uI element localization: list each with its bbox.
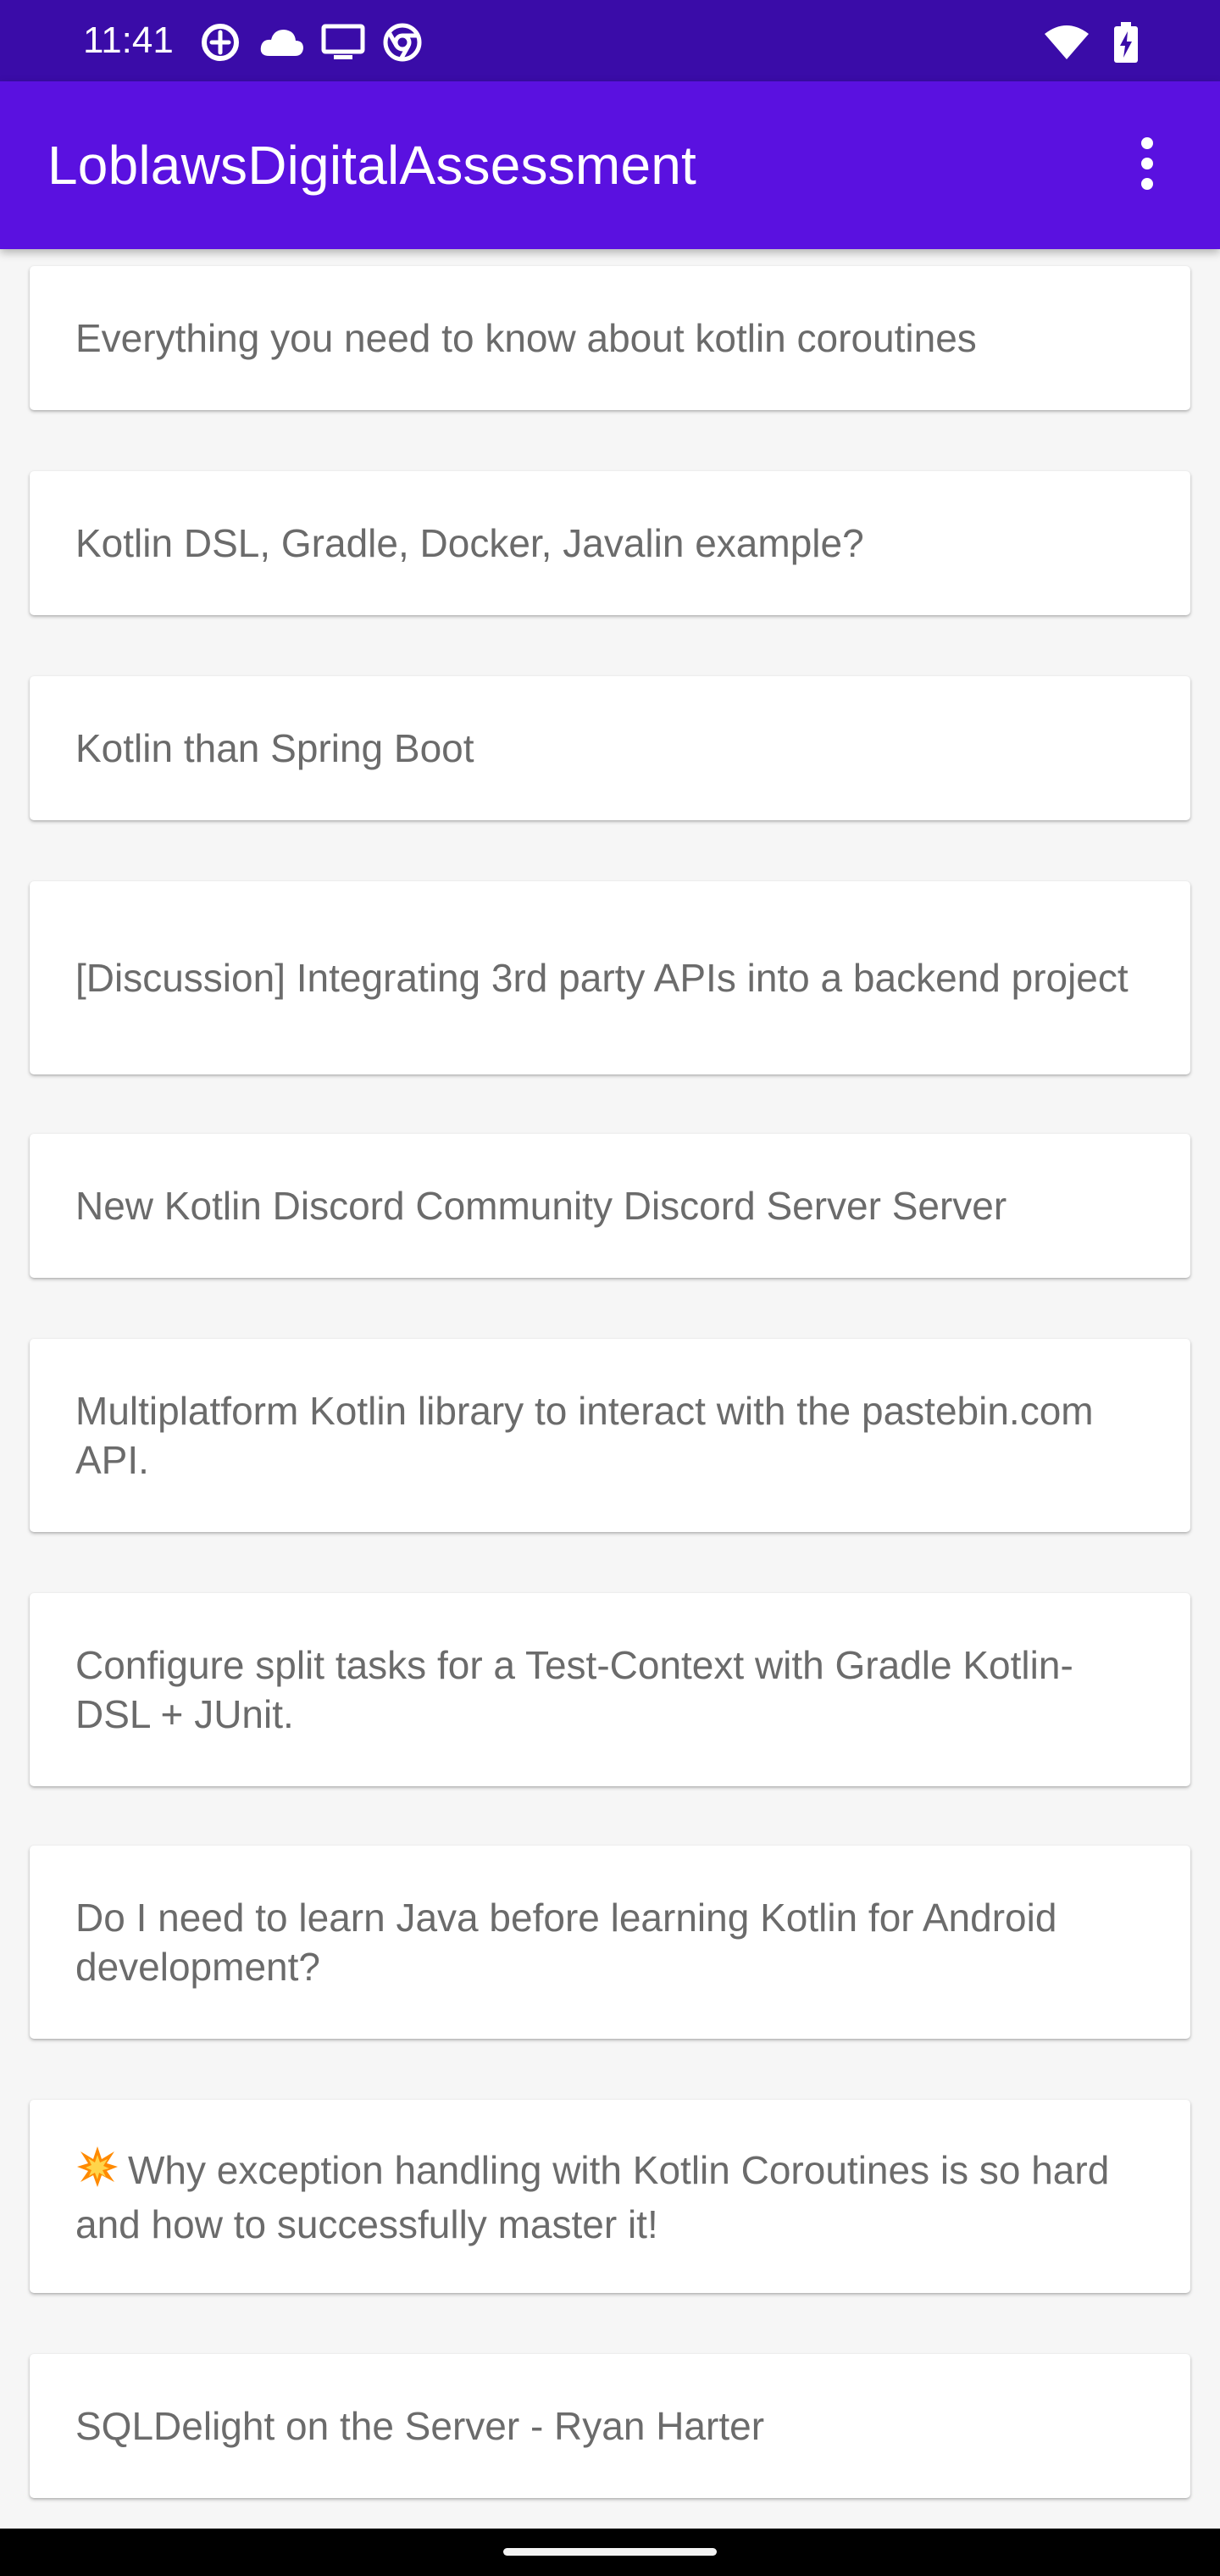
more-vert-icon <box>1139 136 1156 195</box>
posts-list[interactable]: Everything you need to know about kotlin… <box>0 249 1220 2529</box>
overflow-menu-button[interactable] <box>1105 123 1190 208</box>
post-card[interactable]: New Kotlin Discord Community Discord Ser… <box>30 1134 1190 1278</box>
post-title: Configure split tasks for a Test-Context… <box>75 1643 1073 1736</box>
post-title: Multiplatform Kotlin library to interact… <box>75 1389 1094 1482</box>
post-card[interactable]: Multiplatform Kotlin library to interact… <box>30 1339 1190 1532</box>
post-title: Why exception handling with Kotlin Corou… <box>75 2147 1110 2246</box>
status-bar: 11:41 <box>0 0 1220 81</box>
post-title: Do I need to learn Java before learning … <box>75 1896 1057 1989</box>
post-card[interactable]: Do I need to learn Java before learning … <box>30 1846 1190 2039</box>
status-icons-right <box>1044 20 1139 64</box>
chrome-icon <box>381 21 424 64</box>
post-title: SQLDelight on the Server - Ryan Harter <box>75 2404 765 2448</box>
post-title: New Kotlin Discord Community Discord Ser… <box>75 1184 1007 1228</box>
post-card[interactable]: Everything you need to know about kotlin… <box>30 266 1190 410</box>
cloud-icon <box>258 25 305 59</box>
post-title: [Discussion] Integrating 3rd party APIs … <box>75 956 1128 1000</box>
cast-screen-icon <box>320 23 366 62</box>
post-card[interactable]: Why exception handling with Kotlin Corou… <box>30 2100 1190 2293</box>
battery-charging-icon <box>1113 22 1139 63</box>
app-title: LoblawsDigitalAssessment <box>47 135 697 196</box>
wifi-icon <box>1044 24 1090 61</box>
app-bar: LoblawsDigitalAssessment <box>0 81 1220 249</box>
post-title: Kotlin than Spring Boot <box>75 726 474 770</box>
status-icons-left <box>198 20 424 64</box>
post-card[interactable]: Kotlin DSL, Gradle, Docker, Javalin exam… <box>30 471 1190 615</box>
data-saver-icon <box>198 20 242 64</box>
post-title: Everything you need to know about kotlin… <box>75 316 977 360</box>
collision-emoji-icon <box>75 2145 119 2200</box>
post-card[interactable]: Kotlin than Spring Boot <box>30 676 1190 820</box>
status-time: 11:41 <box>83 19 174 61</box>
post-title: Kotlin DSL, Gradle, Docker, Javalin exam… <box>75 521 864 565</box>
gesture-handle[interactable] <box>503 2548 717 2556</box>
navigation-bar <box>0 2529 1220 2576</box>
post-card[interactable]: [Discussion] Integrating 3rd party APIs … <box>30 881 1190 1074</box>
post-card[interactable]: Configure split tasks for a Test-Context… <box>30 1593 1190 1786</box>
post-card[interactable]: SQLDelight on the Server - Ryan Harter <box>30 2354 1190 2498</box>
